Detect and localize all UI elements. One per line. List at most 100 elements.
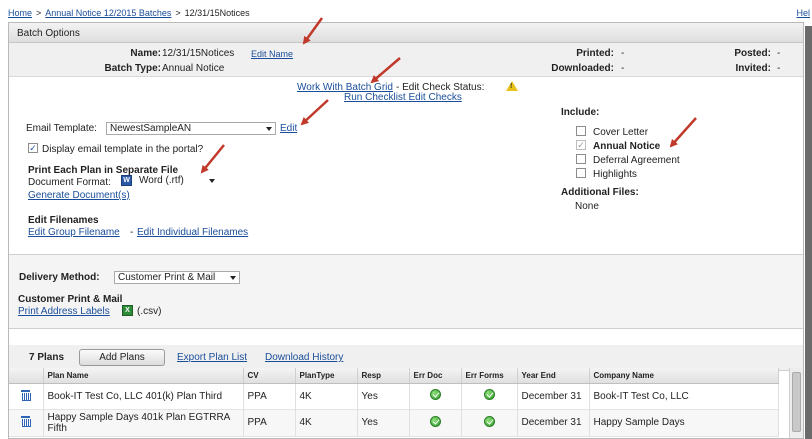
include-annual-notice-checkbox: ✓	[576, 140, 586, 150]
column-header-err-doc[interactable]: Err Doc	[409, 368, 462, 384]
breadcrumb-separator: >	[36, 8, 42, 18]
cv-cell: PPA	[243, 409, 296, 437]
plan-type-cell: 4K	[295, 409, 358, 437]
delivery-method-select[interactable]: Customer Print & Mail	[114, 271, 240, 284]
err-doc-cell	[409, 409, 462, 437]
include-deferral-agreement-label: Deferral Agreement	[593, 155, 680, 166]
column-header-cv[interactable]: CV	[243, 368, 296, 384]
email-template-label: Email Template:	[26, 123, 97, 134]
edit-group-filename-link[interactable]: Edit Group Filename	[28, 227, 120, 238]
additional-files-value: None	[575, 201, 599, 212]
display-template-checkbox[interactable]: ✓	[28, 143, 38, 153]
help-link[interactable]: Hel	[796, 8, 810, 18]
frame-shadow	[805, 26, 812, 439]
excel-icon: X	[122, 305, 133, 316]
edit-name-link[interactable]: Edit Name	[251, 49, 293, 59]
year-end-cell: December 31	[517, 383, 590, 410]
column-header-actions	[9, 368, 44, 384]
print-address-labels-link[interactable]: Print Address Labels	[18, 306, 110, 317]
document-format-select[interactable]: Word (.rtf)	[136, 175, 218, 188]
downloaded-label: Downloaded:	[551, 63, 614, 74]
chevron-down-icon	[230, 276, 236, 280]
plan-type-cell: 4K	[295, 383, 358, 410]
edit-individual-filenames-link[interactable]: Edit Individual Filenames	[137, 227, 248, 238]
resp-cell: Yes	[357, 409, 410, 437]
include-deferral-agreement-checkbox[interactable]	[576, 154, 586, 164]
err-doc-cell	[409, 383, 462, 410]
check-ok-icon[interactable]	[483, 415, 495, 427]
export-plan-list-link[interactable]: Export Plan List	[177, 352, 247, 363]
column-header-err-forms[interactable]: Err Forms	[461, 368, 518, 384]
resp-cell: Yes	[357, 383, 410, 410]
posted-value: -	[777, 48, 781, 59]
include-cover-letter-label: Cover Letter	[593, 127, 649, 138]
additional-files-heading: Additional Files:	[561, 187, 639, 198]
batch-options-body: Work With Batch Grid - Edit Check Status…	[9, 77, 803, 255]
breadcrumb-batches-link[interactable]: Annual Notice 12/2015 Batches	[45, 8, 171, 18]
err-forms-cell	[461, 409, 518, 437]
breadcrumb: Home > Annual Notice 12/2015 Batches >12/31…	[8, 8, 250, 18]
chevron-down-icon	[266, 127, 272, 131]
batch-info: Name: 12/31/15Notices Edit Name Batch Ty…	[9, 43, 803, 77]
check-ok-icon[interactable]	[429, 389, 441, 400]
invited-value: -	[777, 63, 781, 74]
posted-label: Posted:	[734, 48, 771, 59]
word-document-icon: W	[121, 175, 132, 186]
invited-label: Invited:	[735, 63, 771, 74]
company-name-cell: Book-IT Test Co, LLC	[589, 383, 779, 410]
plan-name-cell: Book-IT Test Co, LLC 401(k) Plan Third	[43, 383, 244, 410]
breadcrumb-current: 12/31/15Notices	[184, 8, 250, 18]
plan-name-cell: Happy Sample Days 401k Plan EGTRRA Fifth	[43, 409, 244, 437]
delivery-method-value: Customer Print & Mail	[118, 272, 216, 283]
include-annual-notice-label: Annual Notice	[593, 141, 661, 152]
row-delete-cell	[9, 409, 44, 437]
column-header-plan-type[interactable]: PlanType	[295, 368, 358, 384]
table-row: Happy Sample Days 401k Plan EGTRRA Fifth…	[9, 409, 779, 437]
column-header-year-end[interactable]: Year End	[517, 368, 590, 384]
run-checklist-link[interactable]: Run Checklist Edit Checks	[344, 92, 462, 103]
trash-icon[interactable]	[21, 416, 32, 427]
column-header-company-name[interactable]: Company Name	[589, 368, 779, 384]
edit-template-link[interactable]: Edit	[280, 123, 297, 134]
include-cover-letter-checkbox[interactable]	[576, 126, 586, 136]
delivery-method-label: Delivery Method:	[19, 272, 100, 283]
section-spacer	[9, 329, 803, 345]
warning-icon: !	[506, 81, 518, 91]
batch-type-value: Annual Notice	[162, 63, 225, 74]
trash-icon[interactable]	[21, 389, 32, 401]
document-format-value: Word (.rtf)	[139, 175, 184, 186]
table-header-row: Plan Name CV PlanType Resp Err Doc Err F…	[9, 368, 779, 384]
generate-documents-link[interactable]: Generate Document(s)	[28, 190, 130, 201]
edit-filenames-heading: Edit Filenames	[28, 215, 99, 226]
downloaded-value: -	[621, 63, 625, 74]
err-forms-cell	[461, 383, 518, 410]
download-history-link[interactable]: Download History	[265, 352, 343, 363]
name-label: Name:	[130, 48, 161, 59]
panel-title: Batch Options	[9, 23, 803, 43]
plans-table: Plan Name CV PlanType Resp Err Doc Err F…	[9, 368, 779, 437]
scrollbar-thumb[interactable]	[792, 372, 801, 432]
batch-options-panel: Batch Options Name: 12/31/15Notices Edit…	[8, 22, 804, 439]
display-template-label: Display email template in the portal?	[42, 144, 204, 155]
printed-label: Printed:	[576, 48, 614, 59]
chevron-down-icon	[209, 179, 215, 183]
column-header-resp[interactable]: Resp	[357, 368, 410, 384]
batch-type-label: Batch Type:	[104, 63, 162, 74]
check-ok-icon[interactable]	[429, 415, 441, 427]
breadcrumb-home-link[interactable]: Home	[8, 8, 32, 18]
name-value: 12/31/15Notices	[162, 48, 235, 59]
include-highlights-checkbox[interactable]	[576, 168, 586, 178]
company-name-cell: Happy Sample Days	[589, 409, 779, 437]
include-heading: Include:	[561, 107, 600, 118]
add-plans-button[interactable]: Add Plans	[79, 349, 165, 366]
column-header-plan-name[interactable]: Plan Name	[43, 368, 244, 384]
table-scrollbar[interactable]	[789, 368, 803, 438]
customer-print-mail-heading: Customer Print & Mail	[18, 294, 123, 305]
csv-label: (.csv)	[137, 306, 162, 317]
check-ok-icon[interactable]	[483, 389, 495, 400]
printed-value: -	[621, 48, 625, 59]
email-template-select[interactable]: NewestSampleAN	[106, 122, 276, 135]
delivery-section: Delivery Method: Customer Print & Mail C…	[9, 255, 803, 329]
cv-cell: PPA	[243, 383, 296, 410]
plans-count: 7 Plans	[29, 352, 65, 363]
